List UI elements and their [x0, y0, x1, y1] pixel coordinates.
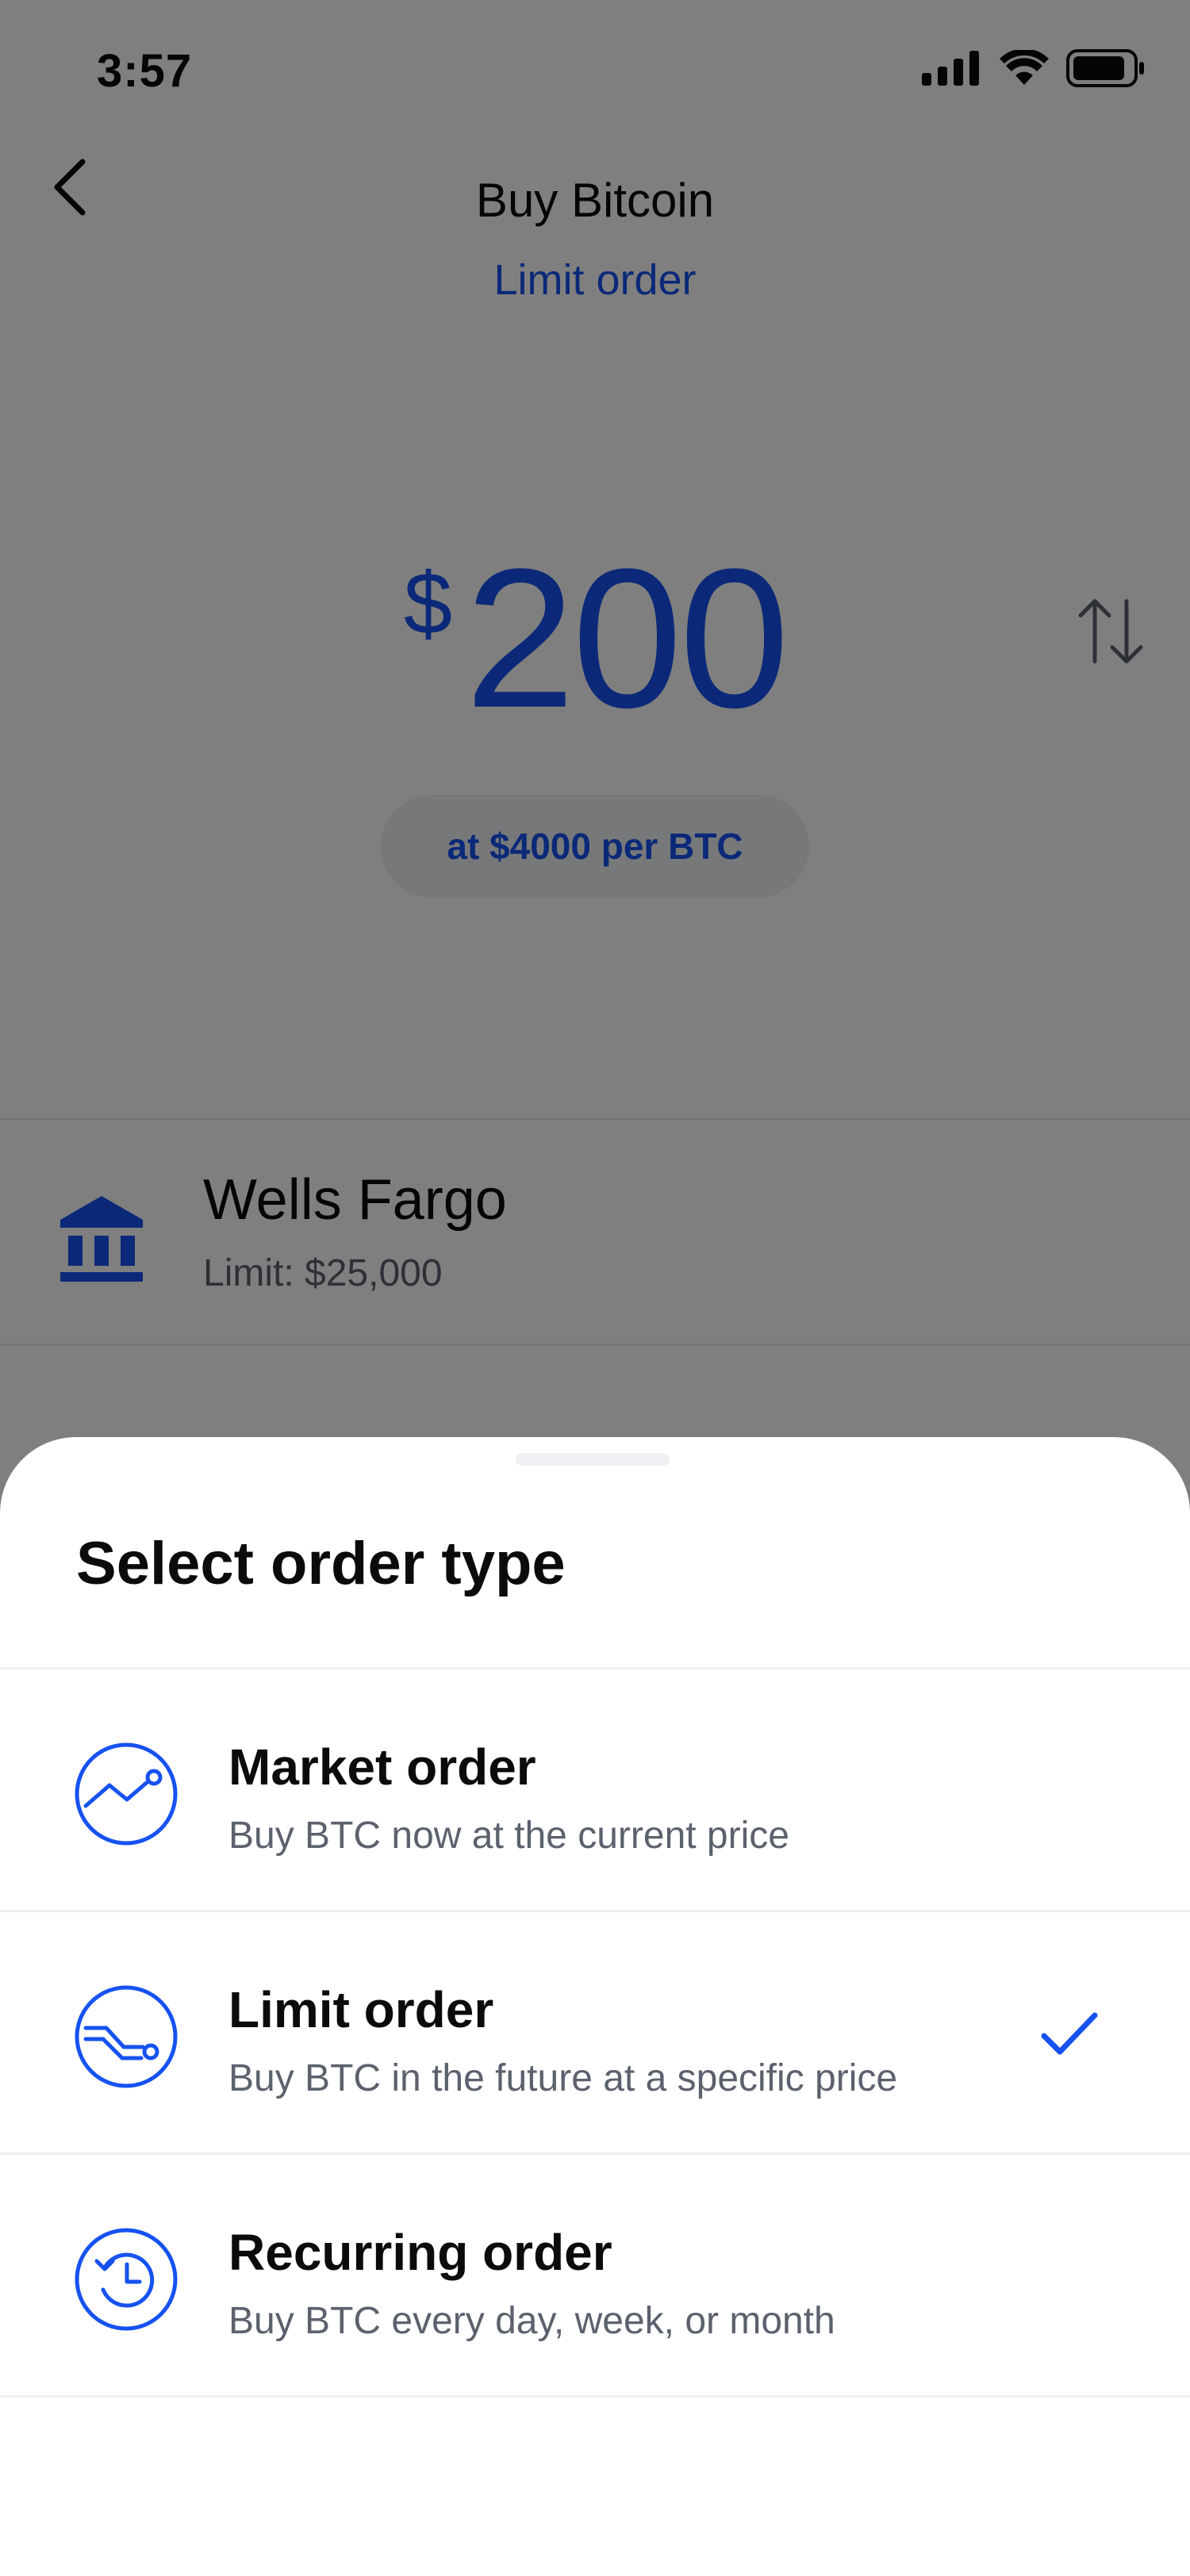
checkmark-icon: [1041, 2012, 1098, 2055]
divider: [0, 2395, 1190, 2398]
option-title: Limit order: [228, 1981, 494, 2038]
option-description: Buy BTC every day, week, or month: [228, 2300, 835, 2342]
recurring-clock-icon: [75, 2228, 178, 2331]
limit-chart-icon: [75, 1985, 178, 2088]
option-limit-order[interactable]: Limit order Buy BTC in the future at a s…: [0, 1912, 1190, 2150]
option-market-order[interactable]: Market order Buy BTC now at the current …: [0, 1669, 1190, 1907]
option-title: Market order: [228, 1738, 536, 1796]
option-recurring-order[interactable]: Recurring order Buy BTC every day, week,…: [0, 2155, 1190, 2393]
sheet-drag-handle[interactable]: [516, 1453, 670, 1466]
option-description: Buy BTC in the future at a specific pric…: [228, 2057, 898, 2099]
option-title: Recurring order: [228, 2224, 612, 2281]
sheet-title: Select order type: [76, 1530, 566, 1597]
option-description: Buy BTC now at the current price: [228, 1815, 789, 1857]
order-type-sheet: Select order type Market order Buy BTC n…: [0, 1437, 1190, 2576]
market-chart-icon: [75, 1742, 178, 1846]
